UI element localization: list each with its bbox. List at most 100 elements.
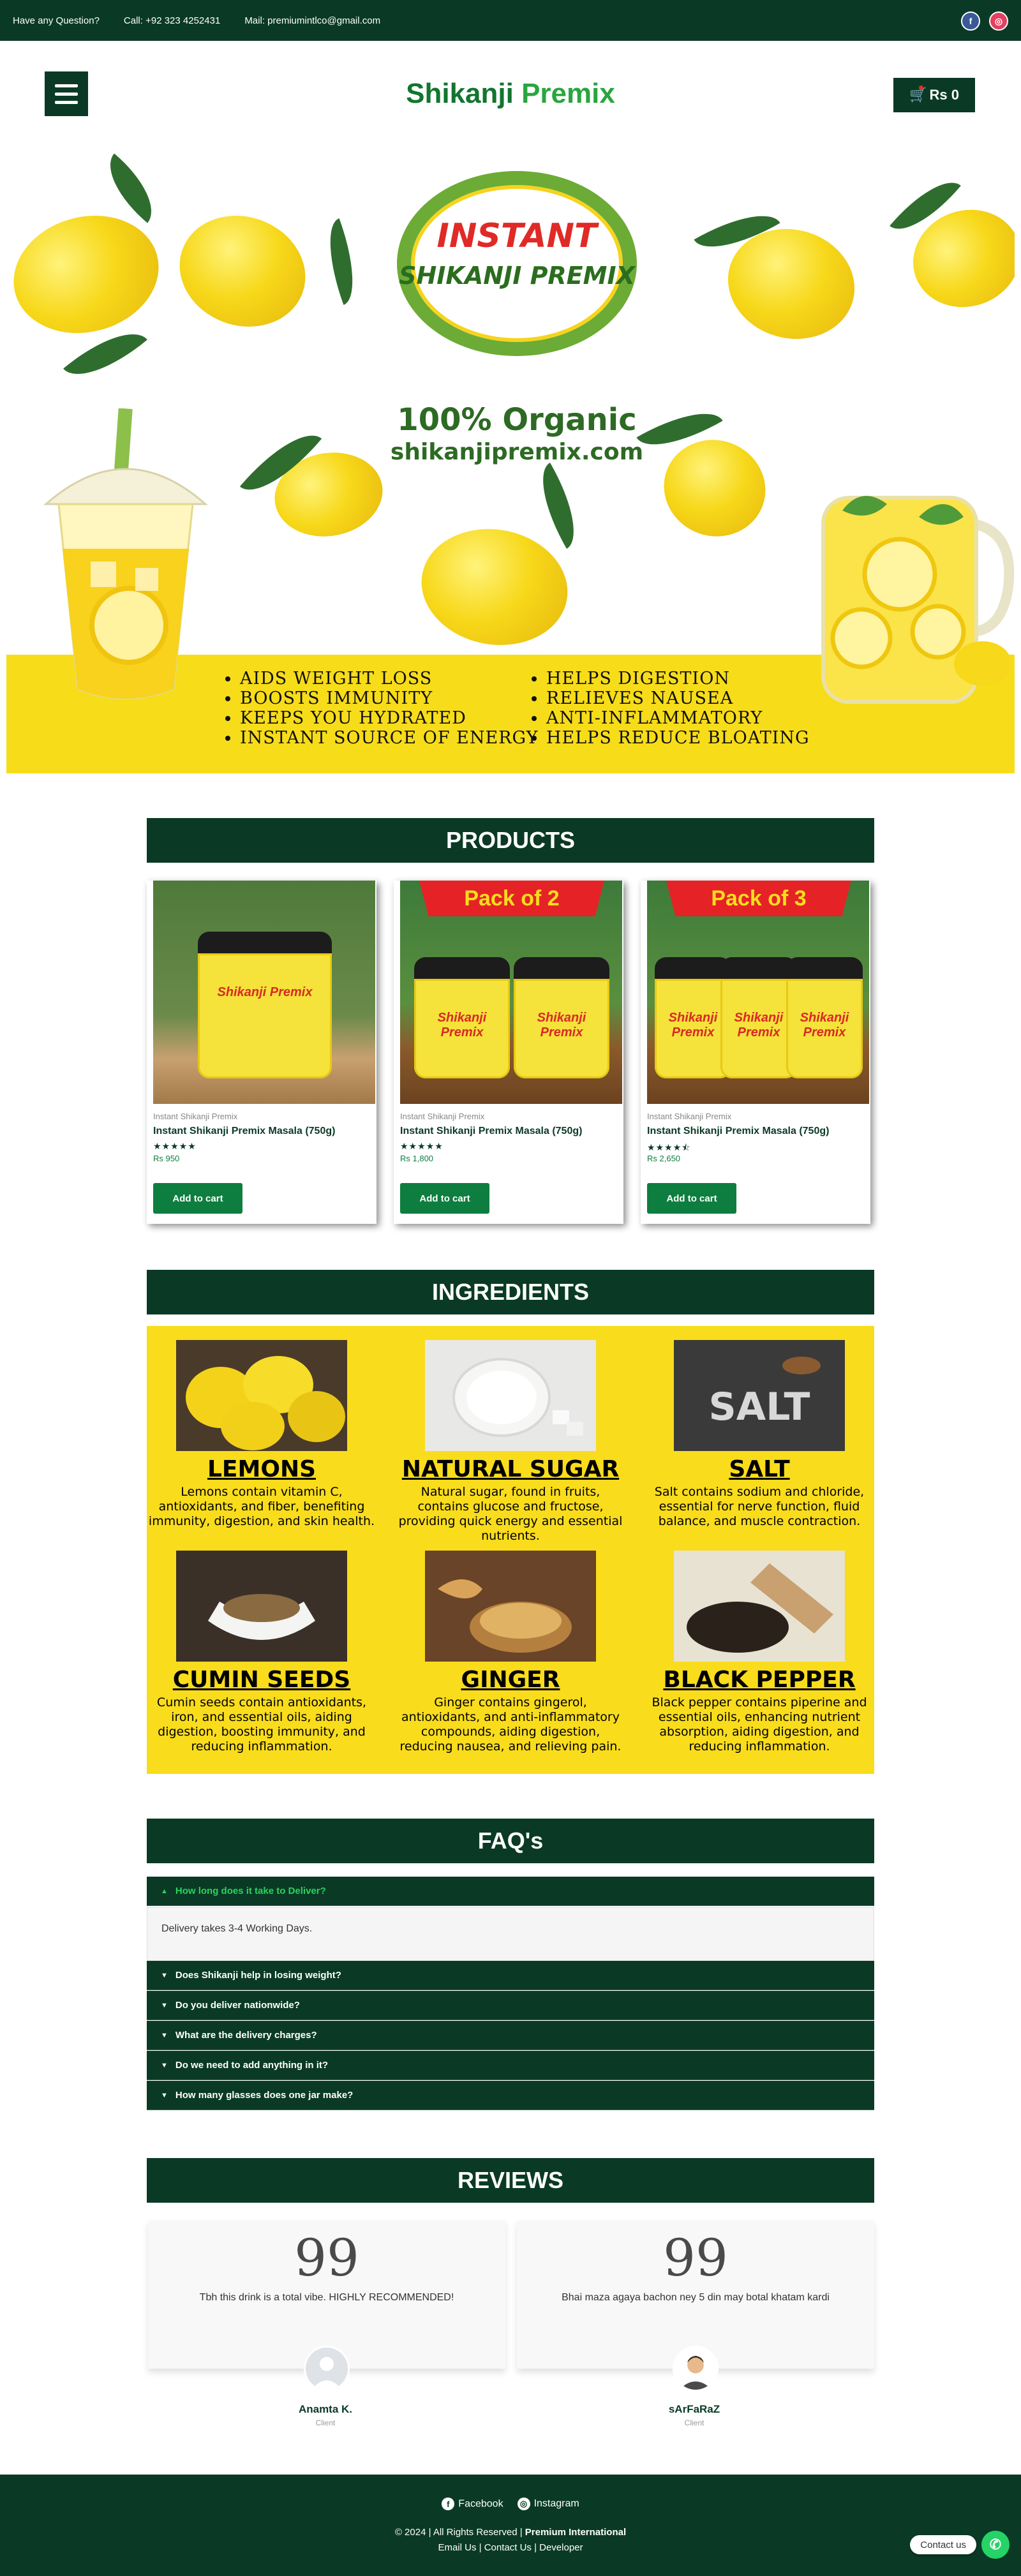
reviews-heading: REVIEWS	[147, 2158, 874, 2203]
product-image[interactable]: Pack of 3 Shikanji Premix Shikanji Premi…	[647, 881, 869, 1104]
sugar-image	[425, 1340, 596, 1451]
faq-question[interactable]: ▼ Do we need to add anything in it?	[147, 2051, 874, 2080]
jar-label: Shikanji Premix	[734, 1011, 784, 1039]
benefit-item: RELIEVES NAUSEA	[546, 689, 810, 708]
product-category[interactable]: Instant Shikanji Premix	[153, 1112, 237, 1121]
product-card: Pack of 2 Shikanji Premix Shikanji Premi…	[394, 881, 623, 1224]
product-card: Shikanji Premix Instant Shikanji Premix …	[147, 881, 376, 1224]
product-price: Rs 1,800	[400, 1154, 434, 1163]
faq-question[interactable]: ▼ What are the delivery charges?	[147, 2021, 874, 2050]
faq-answer: Delivery takes 3-4 Working Days.	[147, 1907, 874, 1961]
instagram-icon: ◎	[517, 2498, 530, 2510]
brand-name-part2: Premix	[513, 78, 615, 109]
chevron-down-icon: ▼	[161, 2001, 168, 2009]
faq-question-text: Does Shikanji help in losing weight?	[175, 1970, 341, 1981]
site-header: Shikanji Premix 🛒 Rs 0	[0, 41, 1021, 147]
faq-question-text: What are the delivery charges?	[175, 2030, 317, 2041]
faq-question-text: How many glasses does one jar make?	[175, 2090, 354, 2101]
chevron-down-icon: ▼	[161, 2061, 168, 2069]
benefits-list-right: HELPS DIGESTION RELIEVES NAUSEA ANTI-INF…	[530, 669, 810, 748]
cart-button[interactable]: 🛒 Rs 0	[893, 78, 975, 112]
salt-image: SALT	[674, 1340, 845, 1451]
product-category[interactable]: Instant Shikanji Premix	[400, 1112, 484, 1121]
lemons-image	[176, 1340, 347, 1451]
benefits-list-left: AIDS WEIGHT LOSS BOOSTS IMMUNITY KEEPS Y…	[223, 669, 538, 748]
ingredient-description: Lemons contain vitamin C, antioxidants, …	[148, 1485, 375, 1528]
jar-image: Shikanji Premix	[198, 932, 332, 1078]
jar-label: Shikanji Premix	[800, 1011, 849, 1039]
faq-question[interactable]: ▼ Do you deliver nationwide?	[147, 1991, 874, 2020]
black-pepper-image	[674, 1551, 845, 1662]
product-title[interactable]: Instant Shikanji Premix Masala (750g)	[647, 1126, 829, 1137]
product-price: Rs 950	[153, 1154, 180, 1163]
site-logo[interactable]: Shikanji Premix	[0, 78, 1021, 110]
logo-subtitle: SHIKANJI PREMIX	[399, 262, 635, 290]
benefit-item: KEEPS YOU HYDRATED	[240, 708, 538, 728]
footer-facebook-link[interactable]: f Facebook	[442, 2498, 503, 2510]
copyright-text: © 2024 | All Rights Reserved |	[394, 2527, 525, 2538]
benefit-item: INSTANT SOURCE OF ENERGY	[240, 728, 538, 748]
faq-question-text: How long does it take to Deliver?	[175, 1886, 326, 1896]
hero-banner: INSTANT SHIKANJI PREMIX 100% Organic shi…	[6, 147, 1015, 773]
ingredient-item: LEMONS Lemons contain vitamin C, antioxi…	[147, 1340, 376, 1529]
jar-image: Shikanji Premix	[720, 957, 797, 1078]
product-title[interactable]: Instant Shikanji Premix Masala (750g)	[153, 1126, 335, 1137]
question-text: Have any Question?	[13, 15, 100, 26]
jar-label: Shikanji Premix	[437, 1011, 487, 1039]
product-price: Rs 2,650	[647, 1154, 681, 1163]
add-to-cart-button[interactable]: Add to cart	[400, 1183, 489, 1214]
review-text: Tbh this drink is a total vibe. HIGHLY R…	[199, 2292, 454, 2303]
chevron-up-icon: ▲	[161, 1887, 168, 1895]
brand-name-part1: Shikanji	[406, 78, 514, 109]
add-to-cart-button[interactable]: Add to cart	[153, 1183, 242, 1214]
top-bar: Have any Question? Call: +92 323 4252431…	[0, 0, 1021, 41]
ingredient-item: CUMIN SEEDS Cumin seeds contain antioxid…	[147, 1551, 376, 1754]
faq-question[interactable]: ▼ How many glasses does one jar make?	[147, 2081, 874, 2110]
lemonade-cup-image	[43, 408, 208, 700]
reviewer-name: Anamta K.	[298, 2403, 353, 2415]
ingredient-description: Cumin seeds contain antioxidants, iron, …	[156, 1695, 367, 1753]
faq-question[interactable]: ▲ How long does it take to Deliver?	[147, 1877, 874, 1906]
ingredient-item: GINGER Ginger contains gingerol, antioxi…	[396, 1551, 625, 1754]
footer-social: f Facebook ◎ Instagram	[0, 2498, 1021, 2510]
jar-label: Shikanji Premix	[217, 985, 313, 999]
faq-question[interactable]: ▼ Does Shikanji help in losing weight?	[147, 1961, 874, 1990]
rating-stars: ★★★★★	[400, 1141, 443, 1151]
copyright: © 2024 | All Rights Reserved | Premium I…	[0, 2527, 1021, 2538]
whatsapp-icon[interactable]: ✆	[981, 2531, 1010, 2559]
ingredients-panel: LEMONS Lemons contain vitamin C, antioxi…	[147, 1326, 874, 1774]
instagram-icon[interactable]: ◎	[989, 11, 1008, 31]
jar-image: Shikanji Premix	[786, 957, 863, 1078]
social-links: f ◎	[961, 11, 1008, 31]
benefit-item: HELPS DIGESTION	[546, 669, 810, 689]
jar-image: Shikanji Premix	[414, 957, 510, 1078]
organic-heading: 100% Organic	[397, 402, 637, 438]
jar-label: Shikanji Premix	[668, 1011, 718, 1039]
benefit-item: ANTI-INFLAMMATORY	[546, 708, 810, 728]
leaf-icon	[93, 153, 168, 223]
ingredient-item: NATURAL SUGAR Natural sugar, found in fr…	[396, 1340, 625, 1544]
email-text[interactable]: Mail: premiumintlco@gmail.com	[244, 15, 380, 26]
product-image[interactable]: Pack of 2 Shikanji Premix Shikanji Premi…	[400, 881, 622, 1104]
contact-us-button[interactable]: Contact us	[910, 2535, 976, 2554]
ingredient-name: LEMONS	[207, 1456, 316, 1482]
pack-ribbon: Pack of 2	[419, 881, 604, 916]
ingredient-item: BLACK PEPPER Black pepper contains piper…	[645, 1551, 874, 1754]
faq-heading: FAQ's	[147, 1819, 874, 1863]
facebook-icon[interactable]: f	[961, 11, 980, 31]
benefit-item: AIDS WEIGHT LOSS	[240, 669, 538, 689]
phone-text[interactable]: Call: +92 323 4252431	[124, 15, 220, 26]
product-title[interactable]: Instant Shikanji Premix Masala (750g)	[400, 1126, 582, 1137]
avatar	[304, 2346, 350, 2392]
add-to-cart-button[interactable]: Add to cart	[647, 1183, 736, 1214]
footer-links[interactable]: Email Us | Contact Us | Developer	[0, 2542, 1021, 2553]
benefit-item: HELPS REDUCE BLOATING	[546, 728, 810, 748]
footer-instagram-link[interactable]: ◎ Instagram	[517, 2498, 579, 2510]
cart-icon: 🛒	[909, 87, 927, 103]
ingredients-heading: INGREDIENTS	[147, 1270, 874, 1314]
jar-image: Shikanji Premix	[655, 957, 731, 1078]
product-image[interactable]: Shikanji Premix	[153, 881, 375, 1104]
product-category[interactable]: Instant Shikanji Premix	[647, 1112, 731, 1121]
faq-question-text: Do we need to add anything in it?	[175, 2060, 329, 2071]
reviewer-role: Client	[315, 2418, 336, 2427]
